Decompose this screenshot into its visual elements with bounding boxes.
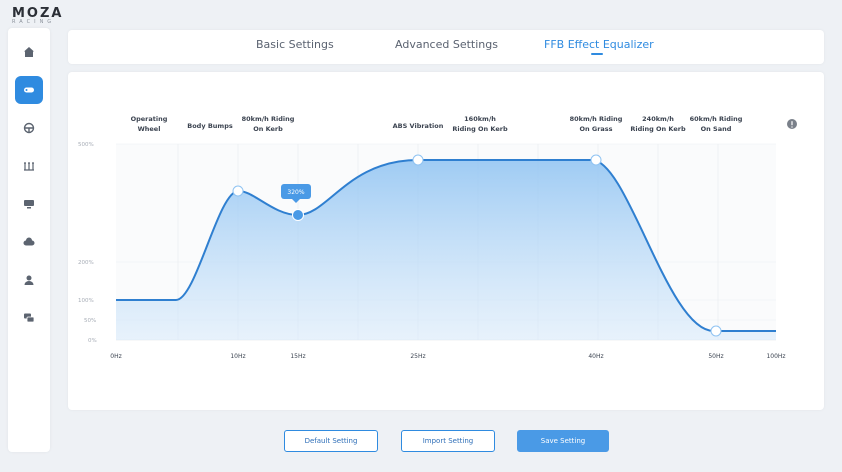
equalizer-handle-50hz[interactable] (710, 325, 722, 337)
x-tick-label: 25Hz (410, 353, 425, 360)
chat-icon (24, 313, 35, 323)
effect-label: Riding On Kerb (630, 125, 686, 133)
effect-label: On Grass (579, 125, 612, 133)
tab-ffb-effect-equalizer[interactable]: FFB Effect Equalizer (544, 38, 654, 51)
sidebar-item-steering-base[interactable] (15, 76, 43, 104)
sidebar-item-steering-wheel[interactable] (15, 114, 43, 142)
save-setting-button[interactable]: Save Setting (517, 430, 609, 452)
x-tick-label: 15Hz (290, 353, 305, 360)
x-tick-label: 0Hz (110, 353, 121, 360)
effect-label: Wheel (138, 125, 161, 133)
effect-label: 60km/h Riding (690, 115, 743, 123)
y-tick-label: 500% (78, 142, 94, 148)
y-tick-label: 200% (78, 260, 94, 266)
effect-label: ABS Vibration (393, 122, 444, 130)
y-tick-label: 100% (78, 298, 94, 304)
tooltip-value: 320% (287, 189, 304, 196)
pedals-icon (24, 162, 34, 171)
default-setting-button[interactable]: Default Setting (284, 430, 378, 452)
brand-sub: RACING (12, 19, 56, 25)
equalizer-panel: 500% 200% 100% 50% 0% Operating Wheel Bo… (68, 72, 824, 410)
effect-label: On Sand (701, 125, 732, 133)
steering-base-icon (24, 87, 34, 93)
home-icon (24, 47, 34, 57)
y-axis-labels: 500% 200% 100% 50% 0% (78, 142, 97, 344)
sidebar (8, 28, 50, 452)
active-tab-indicator (591, 53, 603, 55)
tab-bar: Basic Settings Advanced Settings FFB Eff… (68, 30, 824, 64)
sidebar-item-home[interactable] (15, 38, 43, 66)
equalizer-handle-15hz[interactable] (292, 209, 304, 221)
sidebar-item-cloud[interactable] (15, 228, 43, 256)
y-tick-label: 0% (88, 338, 97, 344)
effect-label: On Kerb (253, 125, 283, 133)
cloud-icon (23, 237, 35, 246)
sidebar-item-chat[interactable] (15, 304, 43, 332)
x-tick-label: 100Hz (766, 353, 785, 360)
x-axis-labels: 0Hz 10Hz 15Hz 25Hz 40Hz 50Hz 100Hz (110, 353, 785, 360)
effect-label: 80km/h Riding (570, 115, 623, 123)
effect-label: Body Bumps (187, 122, 233, 130)
effect-label: Riding On Kerb (452, 125, 508, 133)
equalizer-handle-40hz[interactable] (590, 154, 602, 166)
x-tick-label: 40Hz (588, 353, 603, 360)
equalizer-handle-25hz[interactable] (412, 154, 424, 166)
import-setting-button[interactable]: Import Setting (401, 430, 495, 452)
sidebar-item-user[interactable] (15, 266, 43, 294)
effect-labels: Operating Wheel Body Bumps 80km/h Riding… (131, 115, 743, 133)
user-icon (24, 275, 34, 285)
sidebar-item-pedals[interactable] (15, 152, 43, 180)
info-button[interactable] (787, 119, 797, 129)
info-icon-glyph (791, 126, 793, 128)
effect-label: 80km/h Riding (242, 115, 295, 123)
sidebar-item-dashboard[interactable] (15, 190, 43, 218)
tab-basic-settings[interactable]: Basic Settings (256, 38, 334, 51)
equalizer-chart: 500% 200% 100% 50% 0% Operating Wheel Bo… (78, 115, 797, 360)
moza-logo: MOZA RACING (12, 6, 92, 28)
x-tick-label: 50Hz (708, 353, 723, 360)
effect-label: Operating (131, 115, 168, 123)
steering-wheel-icon (23, 122, 35, 134)
x-tick-label: 10Hz (230, 353, 245, 360)
info-icon-glyph (791, 121, 793, 126)
dashboard-icon (24, 200, 34, 209)
equalizer-handle-10hz[interactable] (232, 185, 244, 197)
tab-advanced-settings[interactable]: Advanced Settings (395, 38, 498, 51)
effect-label: 160km/h (464, 115, 496, 123)
y-tick-label: 50% (84, 318, 96, 324)
effect-label: 240km/h (642, 115, 674, 123)
